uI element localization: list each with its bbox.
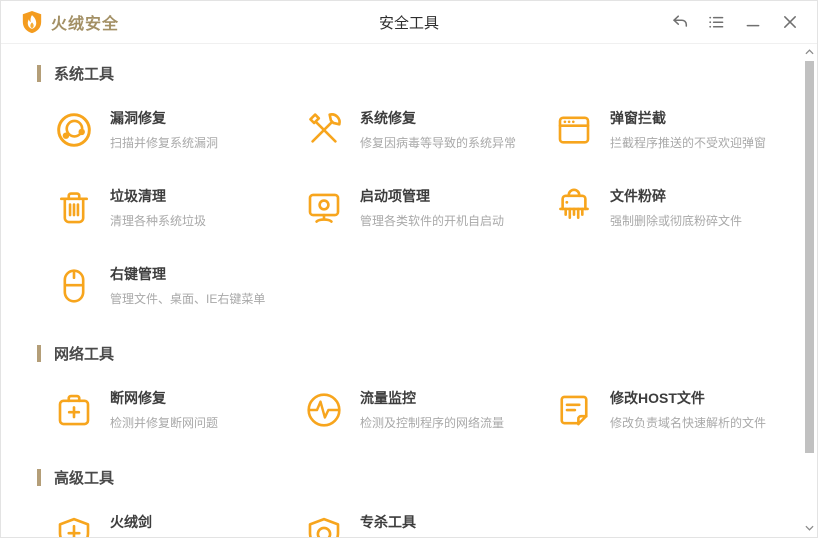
back-icon[interactable] bbox=[670, 13, 688, 31]
tool-desc: 修复因病毒等导致的系统异常 bbox=[360, 136, 517, 150]
tool-title: 专杀工具 bbox=[360, 514, 416, 530]
tools-section: 系统工具 漏洞修复 扫描并修复系统漏洞 系统修复 修复因病毒等导致的系统异常 弹窗拦截 拦截… bbox=[37, 62, 791, 312]
section-bar-icon bbox=[37, 468, 41, 486]
tool-desc: 强制删除或彻底粉碎文件 bbox=[610, 214, 743, 228]
section-header: 高级工具 bbox=[37, 466, 791, 488]
tool-item[interactable]: 文件粉碎强制删除或彻底粉碎文件 bbox=[553, 186, 803, 234]
section-label: 网络工具 bbox=[54, 345, 115, 363]
tool-desc: 修改负责域名快速解析的文件 bbox=[610, 416, 767, 430]
tool-item[interactable]: 右键管理管理文件、桌面、IE右键菜单 bbox=[53, 264, 303, 312]
popup-block-icon bbox=[553, 108, 595, 152]
vulnerability-fix-icon bbox=[53, 108, 95, 152]
section-header: 系统工具 bbox=[37, 62, 791, 84]
tool-title: 右键管理 bbox=[110, 266, 166, 282]
tools-section: 网络工具 断网修复 检测并修复断网问题 流量监控 检测及控制程序的网络流量 修改HOST文… bbox=[37, 342, 791, 436]
system-repair-icon bbox=[303, 108, 345, 152]
tools-content: 系统工具 漏洞修复 扫描并修复系统漏洞 系统修复 修复因病毒等导致的系统异常 弹窗拦截 拦截… bbox=[1, 44, 817, 537]
tool-title: 火绒剑 bbox=[110, 514, 152, 530]
tool-desc: 拦截程序推送的不受欢迎弹窗 bbox=[610, 136, 767, 150]
menu-list-icon[interactable] bbox=[707, 13, 725, 31]
section-bar-icon bbox=[37, 344, 41, 362]
tool-title: 系统修复 bbox=[360, 110, 416, 126]
tools-grid: 断网修复 检测并修复断网问题 流量监控 检测及控制程序的网络流量 修改HOST文件 修改负… bbox=[53, 388, 791, 436]
tool-desc: 检测并修复断网问题 bbox=[110, 416, 219, 430]
titlebar: 火绒安全 安全工具 bbox=[1, 1, 817, 44]
section-bar-icon bbox=[37, 64, 41, 82]
window-controls bbox=[670, 13, 799, 31]
tool-desc: 管理各类软件的开机自启动 bbox=[360, 214, 505, 228]
mouse-context-menu-icon bbox=[53, 264, 95, 308]
brand: 火绒安全 bbox=[21, 10, 119, 34]
killer-tool-icon bbox=[303, 512, 345, 537]
tool-title: 垃圾清理 bbox=[110, 188, 166, 204]
tool-item[interactable]: 专杀工具 bbox=[303, 512, 553, 537]
tool-title: 弹窗拦截 bbox=[610, 110, 666, 126]
app-window: 火绒安全 安全工具 系统工具 漏洞修复 扫描并修复系统漏洞 系统修复 修复因病毒… bbox=[0, 0, 818, 538]
section-label: 系统工具 bbox=[54, 65, 115, 83]
tool-desc: 扫描并修复系统漏洞 bbox=[110, 136, 219, 150]
app-name: 火绒安全 bbox=[51, 16, 120, 33]
tool-title: 启动项管理 bbox=[360, 188, 430, 204]
tool-title: 文件粉碎 bbox=[610, 188, 666, 204]
tools-grid: 漏洞修复 扫描并修复系统漏洞 系统修复 修复因病毒等导致的系统异常 弹窗拦截 拦截程序推送… bbox=[53, 108, 791, 312]
scroll-up-icon[interactable] bbox=[804, 45, 814, 59]
traffic-monitor-icon bbox=[303, 388, 345, 432]
section-header: 网络工具 bbox=[37, 342, 791, 364]
host-file-icon bbox=[553, 388, 595, 432]
startup-manager-icon bbox=[303, 186, 345, 230]
scrollbar-thumb[interactable] bbox=[804, 61, 814, 453]
tool-desc: 管理文件、桌面、IE右键菜单 bbox=[110, 292, 266, 306]
tool-item[interactable]: 系统修复修复因病毒等导致的系统异常 bbox=[303, 108, 553, 156]
tool-title: 漏洞修复 bbox=[110, 110, 166, 126]
trash-clean-icon bbox=[53, 186, 95, 230]
tool-item[interactable]: 火绒剑 bbox=[53, 512, 303, 537]
tool-title: 修改HOST文件 bbox=[610, 390, 705, 406]
tool-desc: 清理各种系统垃圾 bbox=[110, 214, 207, 228]
tool-item[interactable]: 启动项管理管理各类软件的开机自启动 bbox=[303, 186, 553, 234]
tool-item[interactable]: 流量监控检测及控制程序的网络流量 bbox=[303, 388, 553, 436]
tool-desc: 检测及控制程序的网络流量 bbox=[360, 416, 505, 430]
tool-item[interactable]: 漏洞修复扫描并修复系统漏洞 bbox=[53, 108, 303, 156]
scrollbar[interactable] bbox=[803, 45, 815, 535]
minimize-icon[interactable] bbox=[744, 13, 762, 31]
tool-item[interactable]: 修改HOST文件修改负责域名快速解析的文件 bbox=[553, 388, 803, 436]
tool-title: 流量监控 bbox=[360, 390, 416, 406]
scroll-down-icon[interactable] bbox=[804, 521, 814, 535]
section-label: 高级工具 bbox=[54, 469, 115, 487]
huorong-logo-icon bbox=[21, 10, 43, 34]
network-repair-icon bbox=[53, 388, 95, 432]
file-shredder-icon bbox=[553, 186, 595, 230]
tool-item[interactable]: 弹窗拦截拦截程序推送的不受欢迎弹窗 bbox=[553, 108, 803, 156]
tools-grid: 火绒剑 专杀工具 bbox=[53, 512, 791, 537]
tool-item[interactable]: 垃圾清理清理各种系统垃圾 bbox=[53, 186, 303, 234]
tools-section: 高级工具火绒剑 专杀工具 bbox=[37, 466, 791, 537]
tool-item[interactable]: 断网修复检测并修复断网问题 bbox=[53, 388, 303, 436]
tool-title: 断网修复 bbox=[110, 390, 166, 406]
close-icon[interactable] bbox=[781, 13, 799, 31]
sword-shield-icon bbox=[53, 512, 95, 537]
